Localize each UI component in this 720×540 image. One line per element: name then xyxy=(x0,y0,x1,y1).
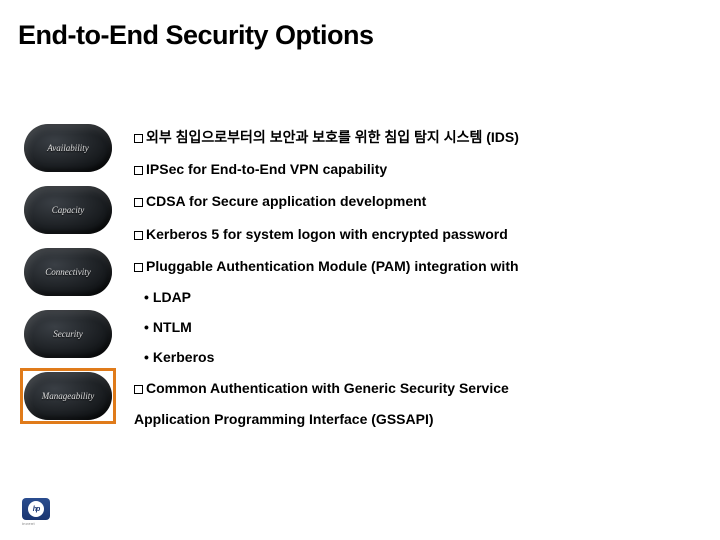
page-title: End-to-End Security Options xyxy=(18,20,374,51)
bullet-text: 외부 침입으로부터의 보안과 보호를 위한 침입 탐지 시스템 (IDS) xyxy=(146,129,519,145)
checkbox-icon xyxy=(134,385,143,394)
hp-logo: hp invent xyxy=(22,498,56,526)
bullet-item: 외부 침입으로부터의 보안과 보호를 위한 침입 탐지 시스템 (IDS) xyxy=(134,128,694,146)
content-area: 외부 침입으로부터의 보안과 보호를 위한 침입 탐지 시스템 (IDS) IP… xyxy=(134,128,694,441)
sidebar-item-connectivity: Connectivity xyxy=(24,248,112,296)
slide: End-to-End Security Options Availability… xyxy=(0,0,720,540)
dot-icon: • xyxy=(144,349,149,365)
sub-bullet-text: NTLM xyxy=(153,319,192,335)
bullet-item: Common Authentication with Generic Secur… xyxy=(134,379,694,397)
bullet-continuation: Application Programming Interface (GSSAP… xyxy=(134,411,694,427)
dot-icon: • xyxy=(144,289,149,305)
pill-icon: Security xyxy=(24,310,112,358)
pill-icon: Capacity xyxy=(24,186,112,234)
sidebar-item-label: Capacity xyxy=(52,205,85,215)
dot-icon: • xyxy=(144,319,149,335)
pill-icon: Connectivity xyxy=(24,248,112,296)
sub-bullet-item: •NTLM xyxy=(144,319,694,335)
bullet-item: Pluggable Authentication Module (PAM) in… xyxy=(134,257,694,275)
sub-bullet-item: •LDAP xyxy=(144,289,694,305)
checkbox-icon xyxy=(134,198,143,207)
hp-logo-text: hp xyxy=(28,501,44,517)
sidebar-item-security: Security xyxy=(24,310,112,358)
sidebar-item-label: Availability xyxy=(47,143,89,153)
pill-icon: Availability xyxy=(24,124,112,172)
sub-bullet-text: LDAP xyxy=(153,289,191,305)
bullet-text: Common Authentication with Generic Secur… xyxy=(146,380,509,396)
checkbox-icon xyxy=(134,166,143,175)
sidebar-item-manageability: Manageability xyxy=(24,372,112,420)
bullet-text: Kerberos 5 for system logon with encrypt… xyxy=(146,226,508,242)
checkbox-icon xyxy=(134,134,143,143)
checkbox-icon xyxy=(134,263,143,272)
sidebar-item-label: Security xyxy=(53,329,83,339)
sub-bullet-item: •Kerberos xyxy=(144,349,694,365)
bullet-item: Kerberos 5 for system logon with encrypt… xyxy=(134,225,694,243)
checkbox-icon xyxy=(134,231,143,240)
bullet-item: CDSA for Secure application development xyxy=(134,192,694,210)
sub-bullet-text: Kerberos xyxy=(153,349,214,365)
sidebar-item-label: Manageability xyxy=(42,391,95,401)
bullet-text: CDSA for Secure application development xyxy=(146,193,426,209)
hp-logo-rect-icon: hp xyxy=(22,498,50,520)
bullet-item: IPSec for End-to-End VPN capability xyxy=(134,160,694,178)
sidebar-item-capacity: Capacity xyxy=(24,186,112,234)
sidebar: Availability Capacity Connectivity Secur… xyxy=(24,124,112,434)
bullet-text: IPSec for End-to-End VPN capability xyxy=(146,161,387,177)
bullet-text: Pluggable Authentication Module (PAM) in… xyxy=(146,258,519,274)
pill-icon: Manageability xyxy=(24,372,112,420)
sidebar-item-availability: Availability xyxy=(24,124,112,172)
sidebar-item-label: Connectivity xyxy=(45,267,90,277)
hp-logo-subtext: invent xyxy=(22,521,56,526)
